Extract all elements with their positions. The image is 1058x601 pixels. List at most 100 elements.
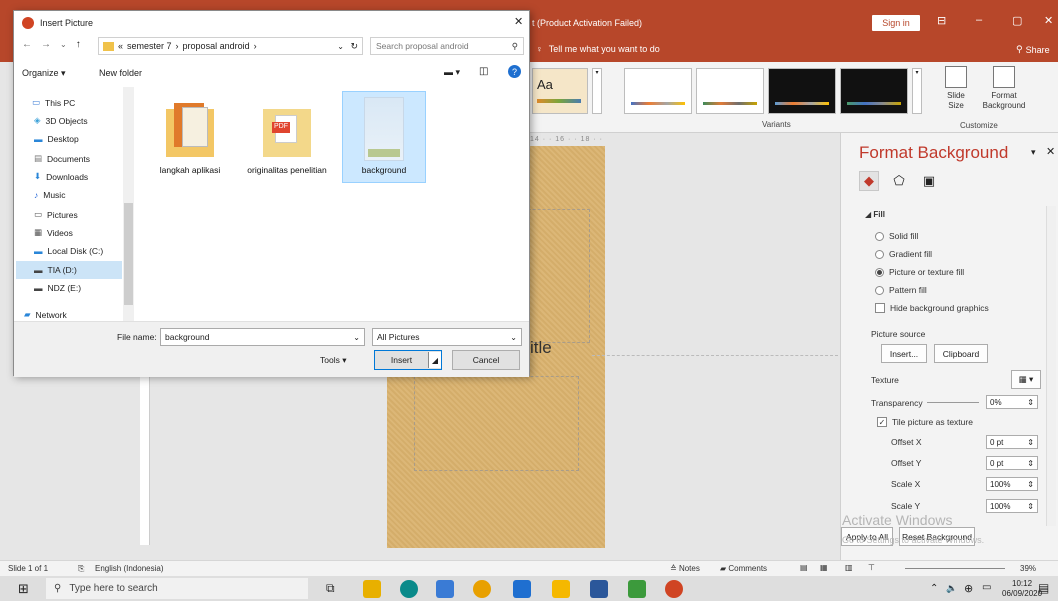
variants-scroll[interactable]: ▾ [912,68,922,114]
nav-scroll-thumb[interactable] [124,203,133,305]
transparency-slider[interactable] [927,402,979,403]
pane-scrollbar[interactable] [1046,206,1056,526]
picture-fill-option[interactable]: Picture or texture fill [875,267,964,277]
language-label[interactable]: English (Indonesia) [95,564,163,573]
nav-item-this-pc[interactable]: ▭ This PC [32,97,75,108]
breadcrumb-folder-2[interactable]: proposal android [183,41,250,51]
tools-button[interactable]: Tools ▾ [320,355,346,366]
nav-item-videos[interactable]: ▦ Videos [34,227,73,238]
slideshow-icon[interactable]: ⊤ [868,563,875,572]
tell-me-box[interactable]: ♀ Tell me what you want to do [536,44,660,54]
sign-in-button[interactable]: Sign in [872,15,920,31]
variant-2[interactable] [696,68,764,114]
solid-fill-option[interactable]: Solid fill [875,231,918,241]
tray-chevron-icon[interactable]: ⌃ [930,583,938,594]
view-options-icon[interactable]: ▬ ▾ [444,67,460,78]
scale-x-input[interactable]: 100% ⇕ [986,477,1038,491]
pane-close-icon[interactable]: ✕ [1046,145,1055,158]
pattern-fill-option[interactable]: Pattern fill [875,285,927,295]
scale-y-input[interactable]: 100% ⇕ [986,499,1038,513]
tile-checkbox[interactable]: ✓ [877,417,887,427]
network-tray-icon[interactable]: ⊕ [964,582,973,595]
nav-item-tia-d[interactable]: ▬ TIA (D:) [34,265,77,275]
refresh-icon[interactable]: ↻ [350,41,358,52]
windows-start-icon[interactable]: ⊞ [18,581,29,597]
format-background-button[interactable]: Format Background [978,66,1030,111]
normal-view-icon[interactable]: ▤ [800,563,808,572]
pentagon-icon[interactable]: ⬠ [889,171,909,191]
recent-chevron-icon[interactable]: ⌄ [60,40,67,50]
radio-pattern[interactable] [875,285,884,295]
powerpoint-icon[interactable] [665,580,683,598]
dialog-close-icon[interactable]: ✕ [514,15,523,28]
filetype-select[interactable]: All Pictures ⌄ [372,328,522,346]
address-bar[interactable]: « semester 7 › proposal android › ⌄ ↻ [98,37,363,55]
zoom-level[interactable]: 39% [1020,564,1036,573]
store-icon[interactable] [363,580,381,598]
theme-thumbnail[interactable]: Aa [532,68,588,114]
nav-item-music[interactable]: ♪ Music [34,190,65,200]
insert-picture-button[interactable]: Insert... [881,344,927,363]
fill-section-header[interactable]: ◢ Fill [865,210,885,219]
hide-bg-option[interactable]: Hide background graphics [875,303,989,313]
notifications-icon[interactable]: ▤ [1038,581,1049,595]
maximize-button[interactable]: ▢ [1012,14,1022,27]
breadcrumb-0[interactable]: « [118,41,123,51]
pane-options-icon[interactable]: ▾ [1031,147,1036,158]
slide-size-button[interactable]: Slide Size [930,66,982,111]
ribbon-display-icon[interactable]: ⊟ [937,14,946,27]
sticky-notes-icon[interactable] [552,580,570,598]
nav-item-local-disk-c[interactable]: ▬ Local Disk (C:) [34,246,103,256]
spellcheck-icon[interactable]: ⎘ [78,564,84,574]
taskbar-search-box[interactable]: ⚲ Type here to search [46,578,308,599]
insert-button[interactable]: Insert ◢ [374,350,442,370]
variant-4[interactable] [840,68,908,114]
offset-y-input[interactable]: 0 pt ⇕ [986,456,1038,470]
preview-pane-icon[interactable]: ◫ [479,66,488,77]
clock[interactable]: 10:12 06/09/2020 [1002,579,1042,599]
variant-1[interactable] [624,68,692,114]
nav-item-ndz-e[interactable]: ▬ NDZ (E:) [34,283,81,293]
cancel-button[interactable]: Cancel [452,350,520,370]
offset-x-input[interactable]: 0 pt ⇕ [986,435,1038,449]
word-icon[interactable] [590,580,608,598]
notes-button[interactable]: ≙ Notes [670,564,700,573]
new-folder-button[interactable]: New folder [99,68,142,78]
nav-item-pictures[interactable]: ▭ Pictures [34,209,78,220]
share-button[interactable]: ⚲ Share [1016,44,1050,55]
clipboard-button[interactable]: Clipboard [934,344,988,363]
file-item-background[interactable]: background [342,91,426,183]
nav-item-network[interactable]: ▰ Network [24,309,67,320]
subtitle-placeholder[interactable] [414,376,579,471]
file-item-langkah-aplikasi[interactable]: langkah aplikasi [148,92,232,175]
forward-arrow-icon[interactable]: → [41,39,51,50]
slide-sorter-icon[interactable]: ▦ [820,563,828,572]
tile-option[interactable]: ✓ Tile picture as texture [877,417,973,427]
slide-title-text[interactable]: itle [530,338,552,358]
close-app-button[interactable]: ✕ [1044,14,1053,27]
fill-bucket-icon[interactable]: ◆ [859,171,879,191]
nav-item-3d-objects[interactable]: ◈ 3D Objects [34,115,88,126]
comments-button[interactable]: ▰ Comments [720,564,767,573]
insert-dropdown-icon[interactable]: ◢ [428,352,441,368]
radio-gradient[interactable] [875,249,884,259]
nav-item-desktop[interactable]: ▬ Desktop [34,134,79,144]
address-dropdown-icon[interactable]: ⌄ [337,42,344,51]
minimize-button[interactable]: – [976,14,982,26]
mail-icon[interactable] [513,580,531,598]
help-icon[interactable]: ? [508,65,521,78]
up-arrow-icon[interactable]: ↑ [76,39,81,50]
gradient-fill-option[interactable]: Gradient fill [875,249,932,259]
breadcrumb-folder-1[interactable]: semester 7 [127,41,172,51]
picture-icon[interactable]: ▣ [919,171,939,191]
hide-bg-checkbox[interactable] [875,303,885,313]
filename-input[interactable]: background ⌄ [160,328,365,346]
texture-dropdown[interactable]: ▦ ▾ [1011,370,1041,389]
file-item-originalitas-penelitian[interactable]: PDF originalitas penelitian [245,92,329,175]
dialog-search-box[interactable]: Search proposal android ⚲ [370,37,524,55]
nav-item-documents[interactable]: ▤ Documents [34,153,90,164]
volume-icon[interactable]: 🔈 [946,583,957,594]
organize-button[interactable]: Organize ▾ [22,68,66,79]
battery-icon[interactable]: ▭ [982,582,991,593]
file-explorer-icon[interactable] [436,580,454,598]
